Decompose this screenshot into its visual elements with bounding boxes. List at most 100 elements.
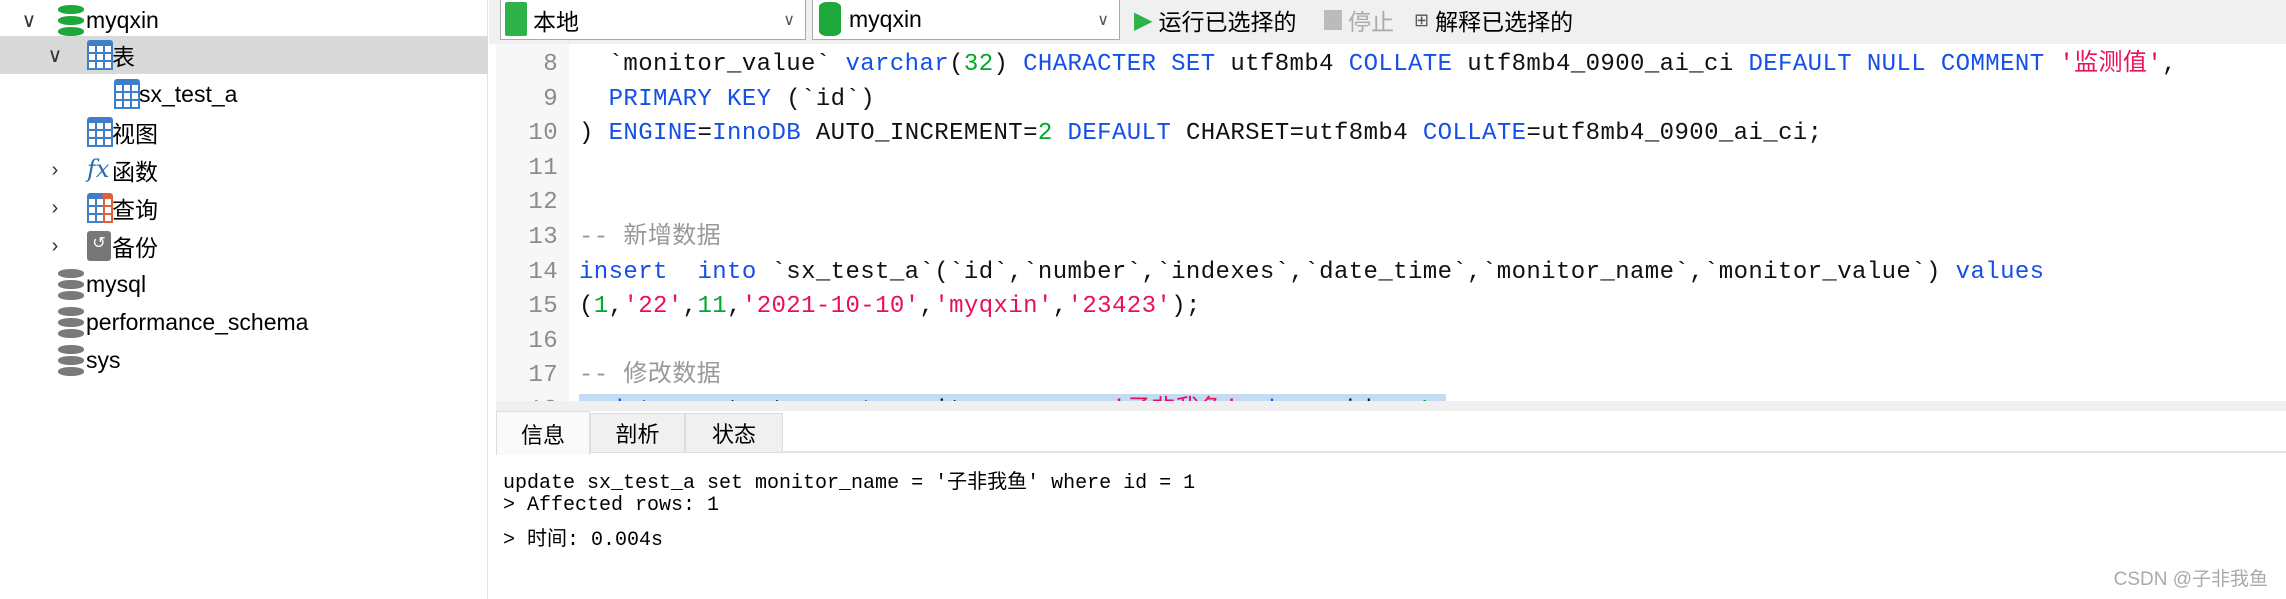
token-str: '监测值': [2059, 51, 2163, 78]
token-kw: InnoDB: [712, 120, 802, 148]
token-str: '22': [623, 293, 683, 321]
chevron-down-icon[interactable]: ∨: [19, 8, 39, 33]
token-pl: `monitor_value`: [579, 51, 846, 78]
tree-item-label: 视图: [112, 121, 158, 147]
connection-icon: [505, 2, 527, 36]
line-number: 17: [528, 362, 558, 390]
tree-item-performance-schema[interactable]: performance_schema: [0, 303, 488, 341]
token-kw: CHARACTER SET: [1023, 51, 1216, 78]
chevron-down-icon[interactable]: ∨: [45, 43, 65, 68]
tab-profile[interactable]: 剖析: [590, 413, 685, 453]
tree-item-[interactable]: › 查询: [0, 189, 488, 227]
token-pl: (: [949, 51, 964, 78]
tree-item-label: 查询: [112, 197, 158, 223]
tree-item-[interactable]: 视图: [0, 113, 488, 151]
code-text: PRIMARY KEY (`id`): [579, 83, 875, 117]
tree-item-[interactable]: › fx 函数: [0, 151, 488, 189]
backup-icon: ↺: [87, 231, 113, 261]
line-number: 8: [543, 51, 558, 78]
token-pl: utf8mb4_0900_ai_ci: [1452, 51, 1749, 78]
database-icon: [58, 269, 84, 300]
tab-status[interactable]: 状态: [685, 413, 783, 453]
panel-splitter[interactable]: [496, 401, 2286, 411]
play-icon: ▶: [1134, 6, 1153, 34]
code-text: insert into `sx_test_a`(`id`,`number`,`i…: [579, 256, 2044, 290]
tree-item-label: 表: [112, 44, 135, 70]
chevron-right-icon[interactable]: ›: [45, 235, 65, 258]
chevron-down-icon: ∨: [783, 11, 795, 29]
tree-item-sx-test-a[interactable]: sx_test_a: [0, 75, 488, 113]
tree-item-label: 备份: [112, 235, 158, 261]
token-pl: ,: [682, 293, 698, 321]
token-pl: ,: [1052, 293, 1068, 321]
token-num: 1: [593, 293, 609, 321]
tree-item-mysql[interactable]: mysql: [0, 265, 488, 303]
token-pl: =: [697, 120, 713, 148]
tab-label: 信息: [520, 422, 565, 448]
code-line: 14 insert into `sx_test_a`(`id`,`number`,…: [496, 256, 2286, 290]
code-line: 8 `monitor_value` varchar(32) CHARACTER …: [496, 48, 2286, 82]
line-number: 14: [528, 258, 558, 286]
token-pl: ,: [608, 293, 624, 321]
token-pl: ): [579, 120, 609, 148]
database-select[interactable]: myqxin ∨: [812, 0, 1120, 40]
token-kw: insert: [579, 258, 668, 286]
code-line: 11: [496, 152, 2286, 186]
connection-value: 本地: [533, 8, 579, 35]
token-pl: `sx_test_a`(`id`,`number`,`indexes`,`dat…: [756, 258, 1956, 286]
query-icon: [87, 193, 113, 223]
stop-button[interactable]: 停止: [1324, 4, 1394, 36]
output-line: > 时间: 0.004s: [503, 529, 664, 552]
token-str: 'myqxin': [934, 293, 1053, 321]
query-toolbar: 本地 ∨ myqxin ∨ ▶ 运行已选择的 停止 ⊞ 解释已选择的: [489, 0, 2286, 44]
chevron-right-icon[interactable]: ›: [45, 197, 65, 220]
message-output: update sx_test_a set monitor_name = '子非我…: [496, 455, 2286, 599]
token-pl: ,: [2162, 51, 2177, 78]
token-cm: -- 新增数据: [579, 224, 722, 251]
chevron-down-icon: ∨: [1097, 11, 1109, 29]
database-icon: [58, 307, 84, 338]
token-kw: ENGINE: [608, 120, 698, 148]
token-pl: CHARSET=utf8mb4: [1171, 120, 1423, 148]
explain-selected-button[interactable]: ⊞ 解释已选择的: [1414, 4, 1573, 36]
tree-item-myqxin[interactable]: ∨ myqxin: [0, 1, 488, 39]
chevron-right-icon[interactable]: ›: [45, 159, 65, 182]
tree-item-[interactable]: ∨ 表: [0, 36, 488, 74]
token-pl: );: [1171, 293, 1201, 321]
token-pl: (: [579, 293, 594, 321]
run-selected-button[interactable]: ▶ 运行已选择的: [1134, 4, 1296, 36]
run-selected-label: 运行已选择的: [1158, 9, 1297, 35]
code-text: (1,'22',11,'2021-10-10','myqxin','23423'…: [579, 290, 1201, 324]
tree-item-sys[interactable]: sys: [0, 341, 488, 379]
token-pl: utf8mb4: [1215, 51, 1349, 78]
tab-label: 剖析: [615, 422, 660, 447]
sql-editor[interactable]: 8 `monitor_value` varchar(32) CHARACTER …: [496, 44, 2286, 428]
navigator-sidebar: ∨ myqxin ∨ 表 sx_test_a 视图 › fx 函数 › 查询 › ↺ 备份 mysql per…: [0, 0, 488, 599]
token-pl: AUTO_INCREMENT=: [801, 120, 1038, 148]
tree-item-label: sys: [86, 346, 121, 373]
explain-icon: ⊞: [1414, 9, 1430, 30]
tree-item-[interactable]: › ↺ 备份: [0, 227, 488, 265]
token-kw: DEFAULT: [1067, 120, 1172, 148]
token-str: '23423': [1067, 293, 1172, 321]
tree-item-label: sx_test_a: [139, 80, 238, 107]
code-line: 16: [496, 325, 2286, 359]
token-pl: (`id`): [771, 85, 876, 113]
code-text: -- 修改数据: [579, 359, 721, 393]
tree-item-label: performance_schema: [86, 308, 309, 335]
token-pl: ,: [727, 293, 742, 321]
token-kw: COLLATE: [1422, 120, 1527, 148]
line-number: 12: [528, 189, 558, 217]
database-icon: [58, 345, 84, 376]
tab-label: 状态: [711, 422, 756, 447]
token-num: 32: [963, 51, 994, 78]
token-kw: PRIMARY KEY: [608, 85, 772, 113]
token-pl: ,: [919, 293, 935, 321]
token-str: '2021-10-10': [741, 293, 920, 321]
table-icon: [114, 79, 140, 109]
tab-info[interactable]: 信息: [496, 411, 590, 455]
output-line: > Affected rows: 1: [503, 494, 720, 517]
connection-select[interactable]: 本地 ∨: [500, 0, 806, 40]
